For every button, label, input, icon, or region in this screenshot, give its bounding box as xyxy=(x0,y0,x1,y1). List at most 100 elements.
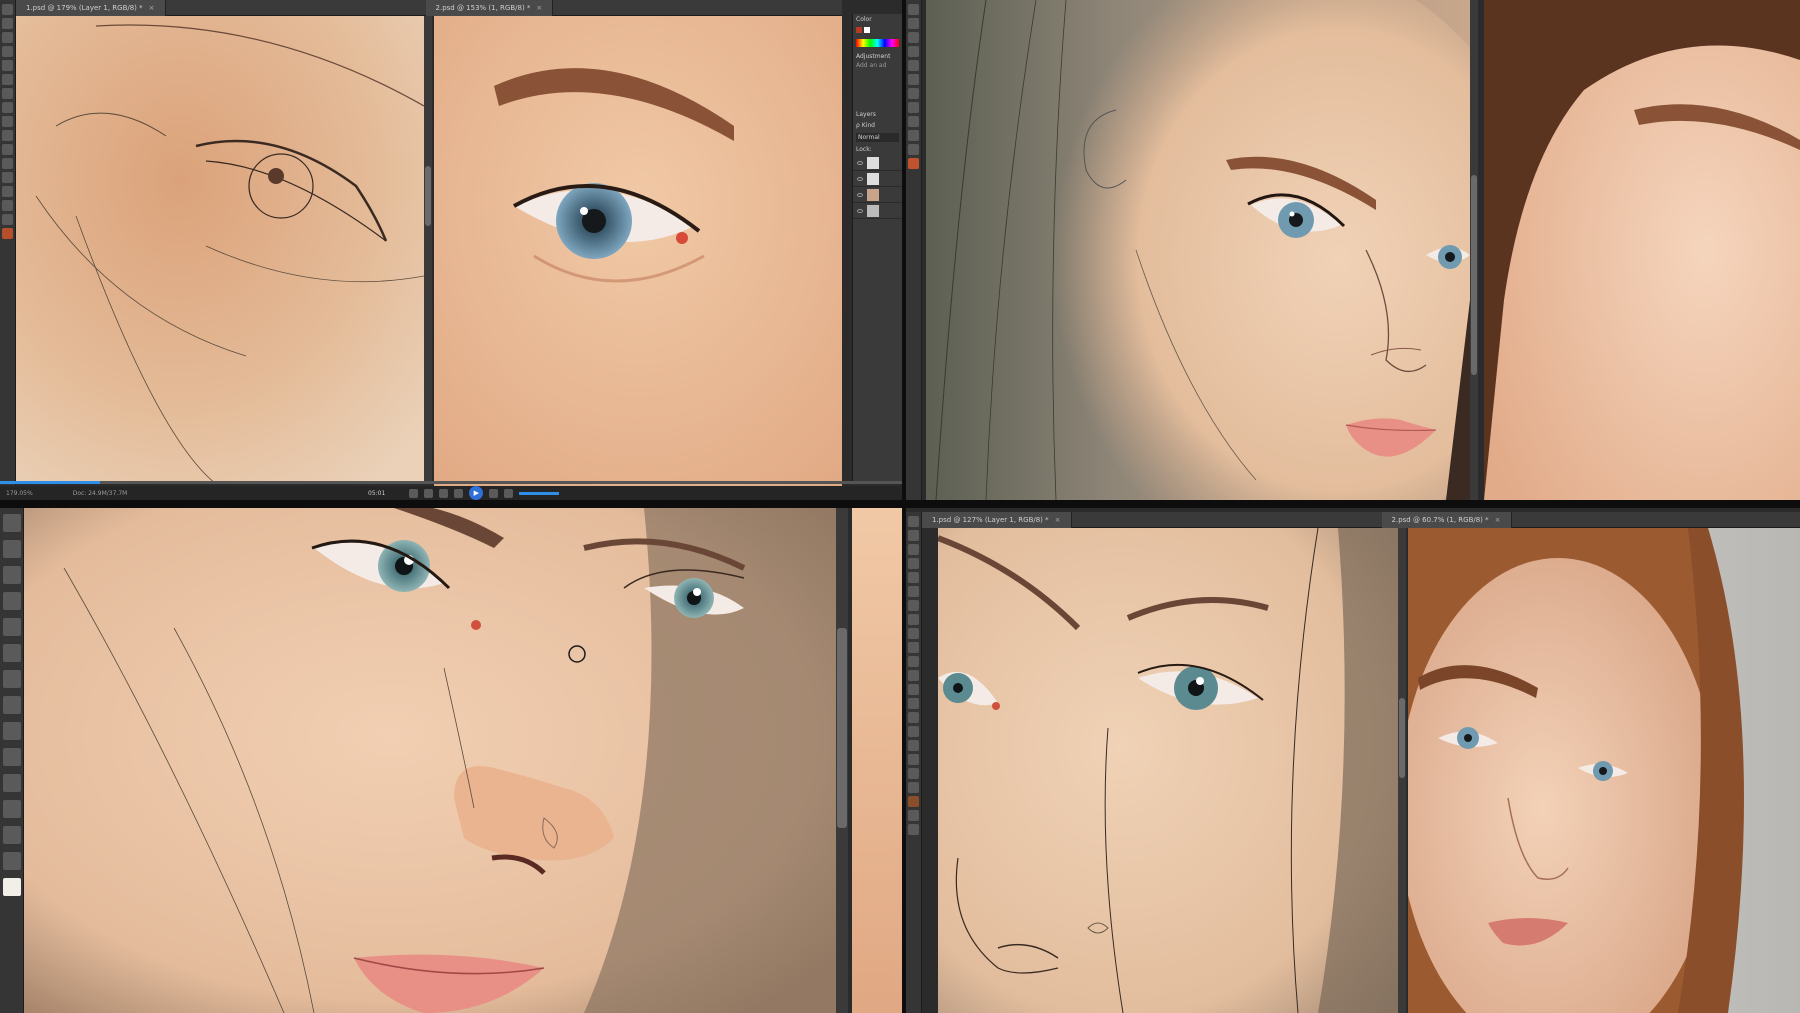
close-icon[interactable]: × xyxy=(1055,516,1061,524)
type-icon[interactable] xyxy=(2,722,21,740)
canvas-painting-portrait[interactable] xyxy=(926,0,1470,500)
zoom-icon[interactable] xyxy=(2,214,13,225)
brush-icon[interactable] xyxy=(908,614,919,625)
foreground-swatch[interactable] xyxy=(856,27,862,33)
doc-1-scrollbar[interactable] xyxy=(424,16,432,484)
shape-icon[interactable] xyxy=(908,116,919,127)
type-icon[interactable] xyxy=(908,102,919,113)
path-select-icon[interactable] xyxy=(2,172,13,183)
path-select-icon[interactable] xyxy=(2,748,21,766)
spectrum-bar[interactable] xyxy=(856,39,899,47)
eye-icon[interactable] xyxy=(857,192,863,197)
marquee-icon[interactable] xyxy=(908,530,919,541)
brush-icon[interactable] xyxy=(908,18,919,29)
eraser-icon[interactable] xyxy=(908,656,919,667)
crop-icon[interactable] xyxy=(2,46,13,57)
history-brush-icon[interactable] xyxy=(908,642,919,653)
eye-icon[interactable] xyxy=(857,160,863,165)
type-icon[interactable] xyxy=(908,726,919,737)
play-icon[interactable]: ▶ xyxy=(469,486,484,500)
tab-doc-2[interactable]: 2.psd @ 153% (1, RGB/8) * × xyxy=(425,0,554,16)
shape-icon[interactable] xyxy=(2,186,13,197)
zoom-icon[interactable] xyxy=(908,144,919,155)
blur-icon[interactable] xyxy=(2,644,21,662)
hand-icon[interactable] xyxy=(908,130,919,141)
pen-icon[interactable] xyxy=(2,696,21,714)
close-icon[interactable]: × xyxy=(1495,516,1501,524)
doc-1-br-scrollbar[interactable] xyxy=(1398,528,1406,1013)
gradient-icon[interactable] xyxy=(2,116,13,127)
loop-icon[interactable] xyxy=(424,488,434,498)
pen-icon[interactable] xyxy=(908,712,919,723)
canvas-doc-2-reference[interactable] xyxy=(1408,528,1800,1013)
eraser-icon[interactable] xyxy=(2,102,13,113)
move-icon[interactable] xyxy=(908,516,919,527)
history-brush-icon[interactable] xyxy=(2,566,21,584)
shape-icon[interactable] xyxy=(908,754,919,765)
dodge-icon[interactable] xyxy=(908,88,919,99)
volume-slider[interactable] xyxy=(519,491,560,495)
stamp-icon[interactable] xyxy=(908,628,919,639)
canvas-reference-photo[interactable] xyxy=(1484,0,1800,500)
close-icon[interactable]: × xyxy=(149,4,155,12)
canvas-doc-2[interactable] xyxy=(434,16,842,494)
dodge-icon[interactable] xyxy=(908,698,919,709)
foreground-color-swatch[interactable] xyxy=(2,228,13,239)
lasso-icon[interactable] xyxy=(908,4,919,15)
tab-doc-1[interactable]: 1.psd @ 179% (Layer 1, RGB/8) * × xyxy=(16,0,166,16)
layer-row[interactable] xyxy=(853,171,902,187)
zoom-icon[interactable] xyxy=(2,826,21,844)
dodge-icon[interactable] xyxy=(2,130,13,141)
path-select-icon[interactable] xyxy=(908,740,919,751)
hand-icon[interactable] xyxy=(2,200,13,211)
healing-icon[interactable] xyxy=(908,600,919,611)
move-icon[interactable] xyxy=(2,4,13,15)
stop-icon[interactable] xyxy=(439,488,449,498)
foreground-color-swatch[interactable] xyxy=(908,158,919,169)
hand-icon[interactable] xyxy=(908,768,919,779)
stamp-icon[interactable] xyxy=(2,540,21,558)
eraser-icon[interactable] xyxy=(908,60,919,71)
brush-icon[interactable] xyxy=(2,514,21,532)
pen-icon[interactable] xyxy=(2,144,13,155)
stamp-icon[interactable] xyxy=(2,88,13,99)
painting-scrollbar[interactable] xyxy=(1470,0,1478,500)
dodge-icon[interactable] xyxy=(2,670,21,688)
video-progress-track[interactable] xyxy=(0,481,902,484)
quick-select-icon[interactable] xyxy=(908,558,919,569)
volume-icon[interactable] xyxy=(504,488,514,498)
settings-icon[interactable] xyxy=(409,488,419,498)
eyedropper-icon[interactable] xyxy=(908,586,919,597)
closeup-scrollbar[interactable] xyxy=(836,508,848,1013)
rewind-icon[interactable] xyxy=(454,488,464,498)
layer-row[interactable] xyxy=(853,155,902,171)
stamp-icon[interactable] xyxy=(908,46,919,57)
canvas-closeup-painting[interactable] xyxy=(24,508,836,1013)
foreground-color-swatch[interactable] xyxy=(2,878,21,896)
layer-filter-kind[interactable]: ρ Kind xyxy=(853,120,902,131)
marquee-icon[interactable] xyxy=(2,18,13,29)
lasso-icon[interactable] xyxy=(908,544,919,555)
tab-doc-1[interactable]: 1.psd @ 127% (Layer 1, RGB/8) * × xyxy=(922,511,1072,528)
brush-icon[interactable] xyxy=(2,74,13,85)
eye-icon[interactable] xyxy=(857,176,863,181)
blend-mode-select[interactable]: Normal xyxy=(856,133,899,142)
lasso-icon[interactable] xyxy=(2,32,13,43)
type-icon[interactable] xyxy=(2,158,13,169)
pen-icon[interactable] xyxy=(908,74,919,85)
eye-icon[interactable] xyxy=(857,208,863,213)
blur-icon[interactable] xyxy=(908,684,919,695)
quick-mask-icon[interactable] xyxy=(908,810,919,821)
bucket-icon[interactable] xyxy=(908,670,919,681)
layer-row[interactable] xyxy=(853,203,902,219)
foreground-color-swatch[interactable] xyxy=(908,796,919,807)
eyedropper-icon[interactable] xyxy=(908,32,919,43)
canvas-doc-1[interactable] xyxy=(16,16,424,484)
canvas-doc-1-progress[interactable] xyxy=(938,528,1398,1013)
bucket-icon[interactable] xyxy=(2,618,21,636)
zoom-icon[interactable] xyxy=(908,782,919,793)
background-swatch[interactable] xyxy=(864,27,870,33)
layer-row[interactable] xyxy=(853,187,902,203)
crop-icon[interactable] xyxy=(908,572,919,583)
screen-mode-icon[interactable] xyxy=(908,824,919,835)
